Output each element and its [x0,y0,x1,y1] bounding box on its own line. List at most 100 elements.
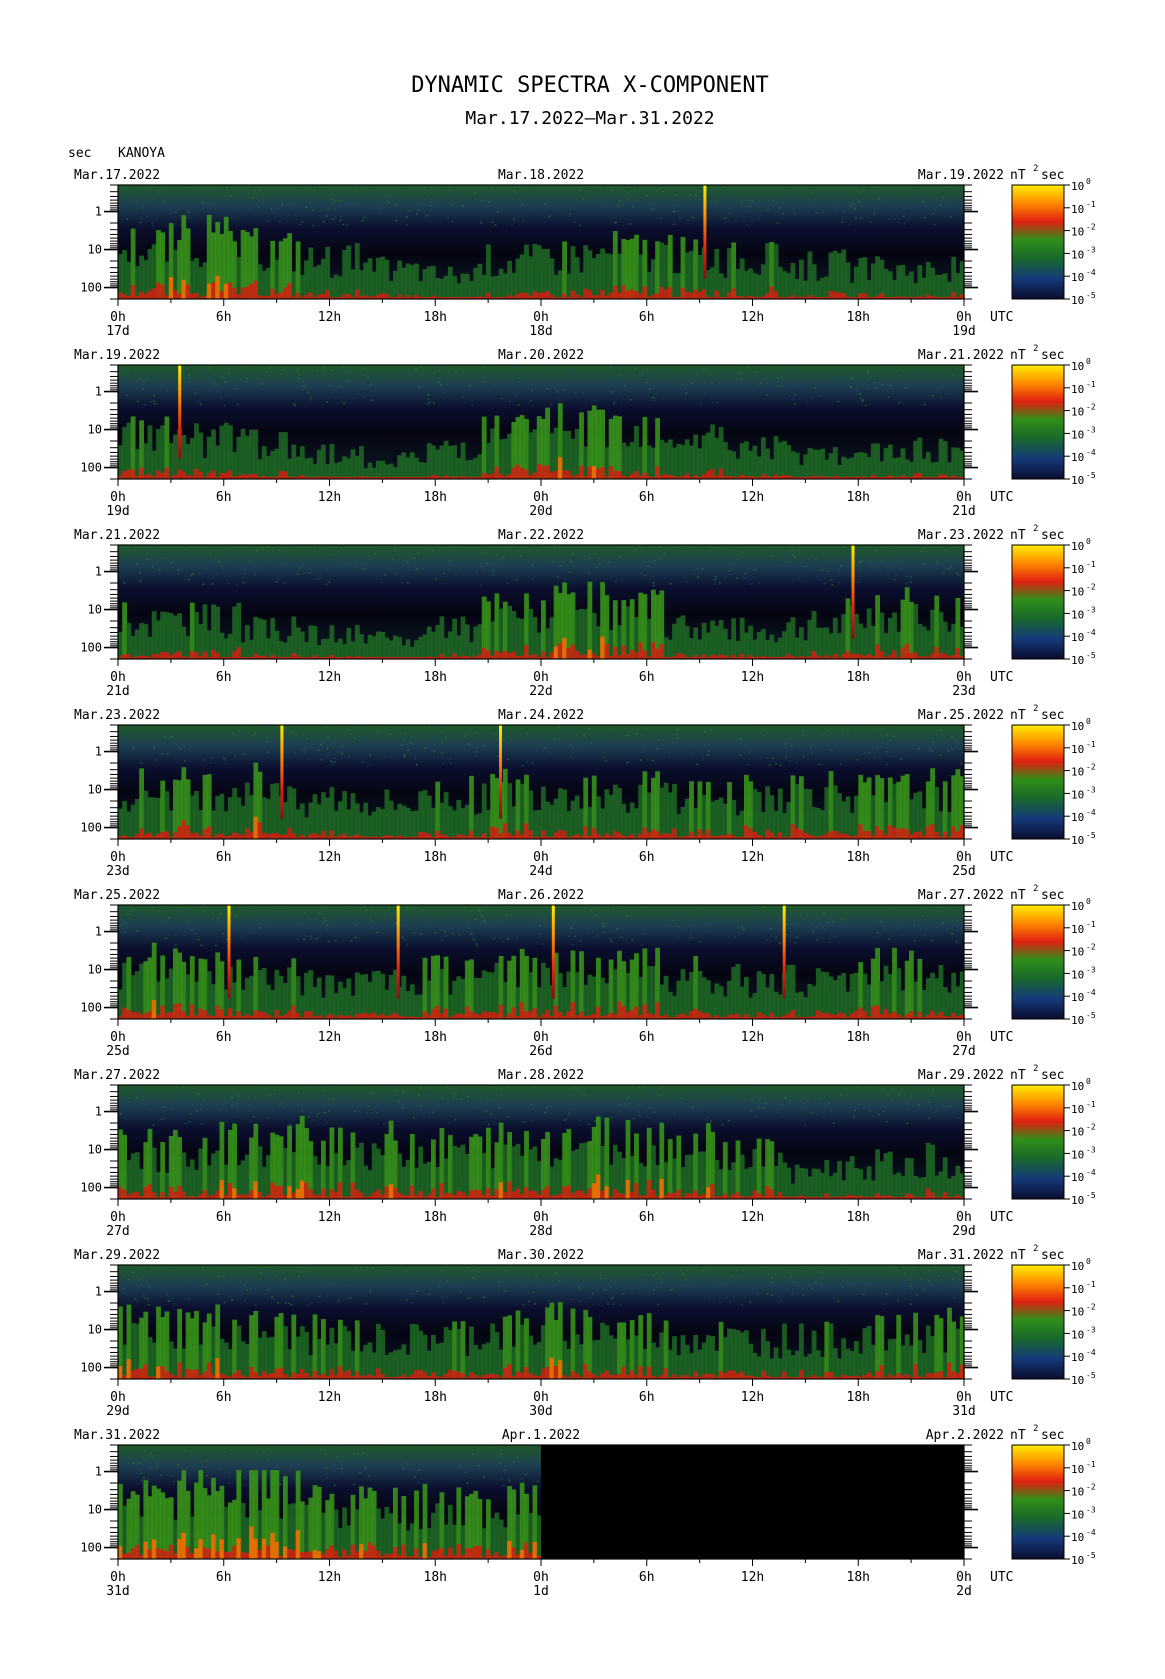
noise-speck [892,755,895,757]
activity-burst [333,463,339,479]
activity-burst [304,817,309,839]
x-tick-label: 0h [110,850,126,865]
activity-peak [257,1191,263,1199]
noise-speck [618,200,621,202]
activity-burst [807,984,813,1019]
noise-speck [547,1300,550,1302]
noise-speck [303,751,306,754]
activity-burst [261,270,267,299]
activity-peak [904,643,910,659]
activity-burst [596,626,601,659]
activity-peak [938,474,944,479]
noise-speck [928,1268,931,1271]
noise-speck [191,572,194,575]
noise-speck [307,1304,309,1306]
activity-burst [870,1180,876,1199]
noise-speck [224,763,227,765]
activity-burst [947,1178,952,1199]
y-tick-label: 10 [88,1143,102,1157]
noise-speck [169,562,172,564]
noise-speck [795,936,798,938]
noise-speck [953,1265,956,1268]
noise-speck [692,217,694,219]
activity-peak [587,466,593,479]
noise-speck [754,199,757,201]
colorbar-unit-power: 2 [1033,704,1038,714]
activity-burst [769,634,775,659]
activity-burst [367,815,373,839]
activity-peak [942,1192,948,1199]
noise-speck [791,1294,794,1296]
noise-speck [353,737,356,740]
noise-speck [545,388,548,390]
noise-speck [261,546,264,548]
activity-burst [308,802,314,839]
noise-speck [185,548,188,551]
noise-speck [619,368,622,370]
noise-speck [296,573,299,575]
activity-burst [545,628,550,659]
noise-speck [934,1110,937,1113]
activity-burst [824,276,830,299]
activity-burst [799,776,804,839]
noise-speck [428,204,431,207]
activity-peak [490,473,495,479]
noise-speck [269,366,272,369]
activity-peak [663,832,669,839]
activity-burst [951,623,957,659]
activity-burst [206,1165,212,1199]
activity-peak [663,1014,669,1019]
activity-peak [727,1014,732,1019]
activity-peak [634,1182,639,1199]
noise-speck [171,1297,174,1300]
noise-speck [598,557,601,559]
activity-burst [794,1164,800,1199]
noise-speck [532,739,535,742]
activity-peak [452,653,457,659]
activity-burst [951,447,957,479]
noise-speck [842,210,845,212]
activity-peak [689,831,694,839]
noise-speck [228,373,230,375]
noise-speck [592,936,595,939]
noise-speck [925,909,928,912]
noise-speck [920,1278,923,1280]
noise-speck [163,201,165,203]
noise-speck [134,1298,137,1300]
activity-peak [202,651,208,659]
colorbar-tick-base: 10 [1071,1171,1084,1184]
activity-burst [803,1168,809,1199]
activity-peak [164,831,170,839]
activity-burst [232,982,237,1019]
noise-speck [175,1275,178,1278]
noise-speck [654,746,657,748]
noise-speck [691,1106,694,1108]
noise-speck [252,735,255,737]
activity-burst [151,1342,157,1379]
activity-burst [312,1156,318,1199]
activity-burst [625,812,631,839]
x-axis-ticks [117,839,965,846]
noise-speck [588,1094,591,1097]
activity-burst [701,622,707,659]
activity-peak [494,651,500,659]
activity-burst [913,604,918,659]
noise-speck [623,1103,626,1105]
activity-burst [790,1183,796,1199]
activity-peak [697,829,703,839]
noise-speck [632,731,635,734]
activity-peak [469,830,474,839]
activity-burst [820,448,825,479]
activity-burst [405,457,411,479]
noise-speck [521,382,524,385]
noise-speck [541,916,544,919]
activity-peak [274,1185,280,1199]
noise-speck [232,732,235,734]
noise-speck [574,392,577,394]
activity-peak [354,1013,360,1019]
noise-speck [771,1294,774,1296]
activity-peak [621,285,627,299]
activity-burst [507,433,512,479]
noise-speck [947,568,950,570]
noise-speck [549,751,552,753]
